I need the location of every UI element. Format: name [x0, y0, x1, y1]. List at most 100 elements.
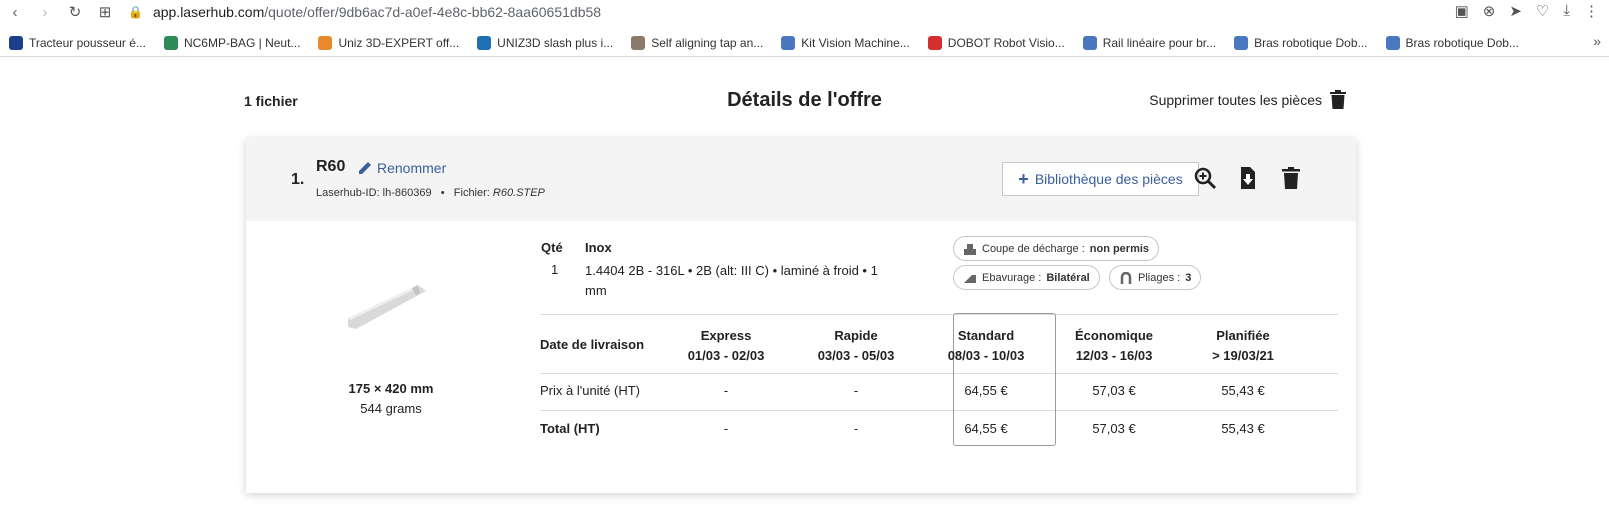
zoom-in-icon[interactable]: [1193, 166, 1217, 190]
deburring-icon: [964, 274, 976, 283]
part-card: 1. R60 Renommer Laserhub-ID: lh-860369 •…: [246, 138, 1356, 493]
part-name: R60: [316, 158, 346, 175]
bookmark-item[interactable]: UNIZ3D slash plus i...: [468, 35, 622, 50]
part-number: 1.: [291, 171, 305, 188]
bookmark-label: Tracteur pousseur é...: [29, 35, 146, 50]
bookmark-item[interactable]: Tracteur pousseur é...: [0, 35, 155, 50]
address-bar[interactable]: 🔒 app.laserhub.com/quote/offer/9db6ac7d-…: [128, 4, 601, 20]
chip-value: non permis: [1089, 242, 1150, 255]
table-divider: [540, 373, 1338, 374]
favicon-icon: [477, 35, 492, 50]
favicon-icon: [1082, 35, 1097, 50]
option-name: Standard: [957, 328, 1015, 343]
bookmark-item[interactable]: NC6MP-BAG | Neut...: [155, 35, 309, 50]
total-price-cell: 64,55 €: [964, 421, 1008, 436]
pencil-icon: [359, 162, 371, 174]
unit-price-cell: -: [853, 383, 859, 398]
favicon-icon: [927, 35, 942, 50]
bookmark-label: UNIZ3D slash plus i...: [497, 35, 614, 50]
file-label: Fichier:: [453, 187, 490, 199]
option-name: Économique: [1074, 328, 1153, 343]
bookmark-item[interactable]: Kit Vision Machine...: [772, 35, 919, 50]
qty-value[interactable]: 1: [551, 262, 558, 277]
send-icon[interactable]: ➤: [1509, 2, 1522, 20]
chip-deburring: Ebavurage : Bilatéral: [953, 265, 1100, 290]
page-title: Détails de l'offre: [727, 89, 882, 111]
favicon-icon: [1234, 35, 1249, 50]
rename-label: Renommer: [377, 160, 447, 176]
reload-icon[interactable]: ↻: [60, 3, 90, 21]
back-icon[interactable]: ‹: [0, 4, 30, 21]
option-dates: 01/03 - 02/03: [687, 348, 765, 363]
bookmark-item[interactable]: Uniz 3D-EXPERT off...: [309, 35, 468, 50]
option-dates: 03/03 - 05/03: [817, 348, 895, 363]
file-name: R60.STEP: [492, 187, 545, 199]
table-divider: [540, 410, 1338, 411]
total-label: Total (HT): [540, 421, 600, 436]
chip-label: Coupe de décharge :: [982, 242, 1085, 255]
favicon-icon: [163, 35, 178, 50]
part-meta: Laserhub-ID: lh-860369 • Fichier: R60.ST…: [316, 187, 545, 199]
favicon-icon: [9, 35, 23, 50]
library-button[interactable]: + Bibliothèque des pièces: [1002, 162, 1199, 196]
delivery-option-5[interactable]: Planifiée > 19/03/21: [1177, 326, 1309, 366]
favicon-icon: [318, 35, 333, 50]
rename-button[interactable]: Renommer: [358, 160, 446, 176]
option-dates: > 19/03/21: [1212, 348, 1274, 363]
browser-toolbar: ‹ › ↻ ⊞ 🔒 app.laserhub.com/quote/offer/9…: [0, 0, 1609, 24]
bookmark-label: Bras robotique Dob...: [1254, 35, 1368, 50]
bookmarks-more-icon[interactable]: »: [1593, 33, 1601, 49]
delivery-option-4[interactable]: Économique 12/03 - 16/03: [1048, 326, 1180, 366]
delivery-option-3[interactable]: Standard 08/03 - 10/03: [920, 326, 1052, 366]
total-price-cell: 57,03 €: [1092, 421, 1136, 436]
bookmark-label: Bras robotique Dob...: [1405, 35, 1519, 50]
part-dimensions: 175 × 420 mm: [348, 381, 434, 396]
option-dates: 08/03 - 10/03: [947, 348, 1025, 363]
chip-label: Ebavurage :: [982, 271, 1042, 284]
shield-icon[interactable]: ⊗: [1483, 2, 1496, 20]
bookmark-item[interactable]: Self aligning tap an...: [622, 35, 772, 50]
unit-price-cell: -: [723, 383, 729, 398]
delivery-option-2[interactable]: Rapide 03/03 - 05/03: [790, 326, 922, 366]
chip-label: Pliages :: [1138, 271, 1181, 284]
page-content: 1 fichier Détails de l'offre Supprimer t…: [0, 60, 1609, 511]
trash-icon: [1330, 90, 1346, 109]
bookmark-item[interactable]: Bras robotique Dob...: [1225, 35, 1376, 50]
part-header: 1. R60 Renommer Laserhub-ID: lh-860369 •…: [246, 138, 1356, 221]
url-path: /quote/offer/9db6ac7d-a0ef-4e8c-bb62-8aa…: [264, 4, 602, 20]
bookmark-label: NC6MP-BAG | Neut...: [183, 35, 301, 50]
bookmark-label: DOBOT Robot Visio...: [947, 35, 1065, 50]
bookmark-item[interactable]: Bras robotique Dob...: [1377, 35, 1528, 50]
unit-price-cell: 55,43 €: [1221, 383, 1265, 398]
menu-icon[interactable]: ⋮: [1584, 2, 1599, 20]
bookmark-item[interactable]: Rail linéaire pour br...: [1074, 35, 1225, 50]
bookmarks-bar: Tracteur pousseur é... NC6MP-BAG | Neut..…: [0, 29, 1609, 57]
chip-value: 3: [1185, 271, 1192, 284]
part-weight: 544 grams: [360, 401, 422, 416]
chip-relief-cut: Coupe de décharge : non permis: [953, 236, 1160, 261]
favicon-icon: [781, 35, 796, 50]
apps-icon[interactable]: ⊞: [90, 3, 120, 21]
trash-icon[interactable]: [1279, 166, 1303, 190]
table-divider: [540, 314, 1338, 315]
heart-icon[interactable]: ♡: [1536, 2, 1549, 20]
download-icon[interactable]: ⤓: [1563, 2, 1570, 20]
chip-value: Bilatéral: [1046, 271, 1090, 284]
forward-icon[interactable]: ›: [30, 4, 60, 21]
camera-icon[interactable]: ▣: [1455, 2, 1469, 20]
delivery-option-1[interactable]: Express 01/03 - 02/03: [660, 326, 792, 366]
bookmark-label: Rail linéaire pour br...: [1102, 35, 1217, 50]
unit-price-label: Prix à l'unité (HT): [540, 383, 641, 398]
total-price-cell: -: [853, 421, 859, 436]
bookmark-item[interactable]: DOBOT Robot Visio...: [919, 35, 1074, 50]
file-download-icon[interactable]: [1236, 166, 1260, 190]
option-name: Planifiée: [1216, 328, 1270, 343]
plus-icon: +: [1018, 168, 1029, 189]
part-thumbnail: [348, 285, 426, 329]
url-domain: app.laserhub.com: [152, 4, 265, 20]
bookmark-label: Kit Vision Machine...: [801, 35, 910, 50]
favicon-icon: [631, 35, 646, 50]
delete-all-button[interactable]: Supprimer toutes les pièces: [1149, 90, 1346, 109]
delete-all-label: Supprimer toutes les pièces: [1149, 91, 1322, 108]
option-dates: 12/03 - 16/03: [1075, 348, 1153, 363]
